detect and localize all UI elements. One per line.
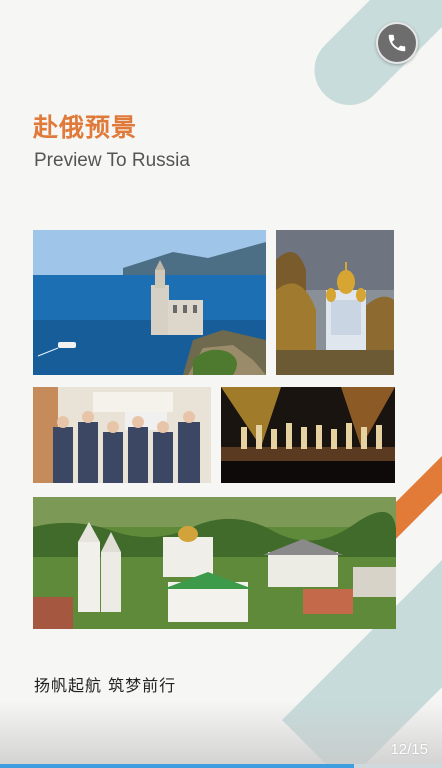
slogan-text: 扬帆起航 筑梦前行 xyxy=(34,676,177,695)
page-title: 赴俄预景 xyxy=(33,113,138,142)
photo-stage-performance xyxy=(221,387,395,483)
page-subtitle: Preview To Russia xyxy=(34,150,190,171)
photo-old-town xyxy=(33,497,396,629)
slide-page: 赴俄预景 Preview To Russia 扬帆起航 筑梦前行 12/15 xyxy=(0,0,442,768)
photo-student-group xyxy=(33,387,211,483)
bottom-shade xyxy=(0,700,442,768)
progress-bar xyxy=(0,764,442,768)
photo-church-domes xyxy=(276,230,394,375)
progress-fill xyxy=(0,764,354,768)
photo-castle-coast xyxy=(33,230,266,375)
phone-icon xyxy=(388,34,406,52)
call-button[interactable] xyxy=(376,22,418,64)
decorative-stripe-top xyxy=(300,0,442,120)
page-counter: 12/15 xyxy=(390,741,428,758)
